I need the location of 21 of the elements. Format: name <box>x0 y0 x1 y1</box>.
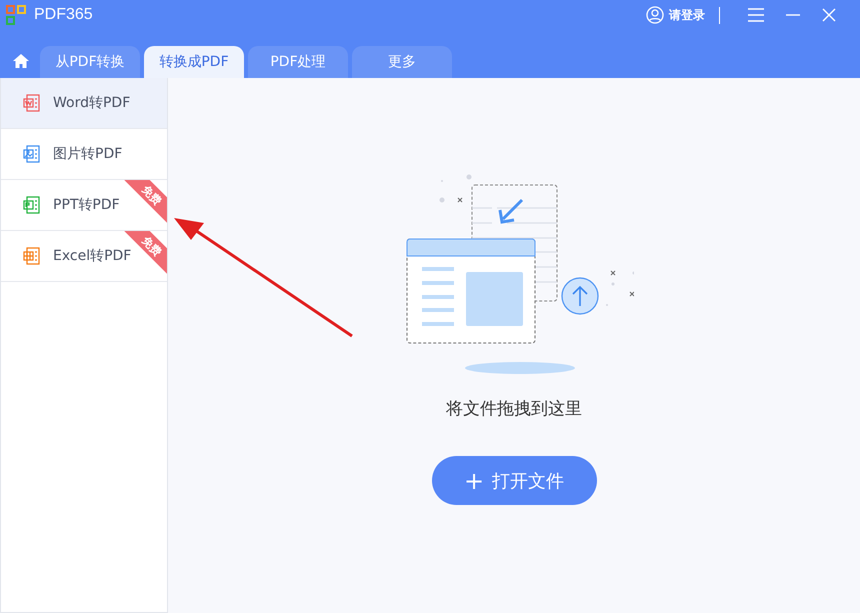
logo-icon <box>6 5 26 25</box>
file-icon <box>23 247 41 265</box>
open-file-button[interactable]: + 打开文件 <box>432 456 596 505</box>
close-icon[interactable] <box>822 8 836 22</box>
home-icon[interactable] <box>12 53 30 69</box>
app-title: PDF365 <box>34 6 93 24</box>
file-icon <box>23 94 41 112</box>
sidebar-item[interactable]: PPT转PDF 免费 <box>1 180 167 231</box>
tab[interactable]: 从PDF转换 <box>40 46 140 78</box>
menu-icon[interactable] <box>748 8 764 22</box>
login-button[interactable]: 请登录 <box>646 6 705 24</box>
sidebar-item[interactable]: Word转PDF <box>1 78 167 129</box>
minimize-icon[interactable] <box>786 14 800 16</box>
sidebar-item[interactable]: Excel转PDF 免费 <box>1 231 167 282</box>
tab[interactable]: 转换成PDF <box>144 46 244 78</box>
user-icon <box>646 6 664 24</box>
tab[interactable]: 更多 <box>352 46 452 78</box>
file-icon <box>23 145 41 163</box>
tab[interactable]: PDF处理 <box>248 46 348 78</box>
drop-hint: 将文件拖拽到这里 <box>446 398 582 420</box>
file-icon <box>23 196 41 214</box>
